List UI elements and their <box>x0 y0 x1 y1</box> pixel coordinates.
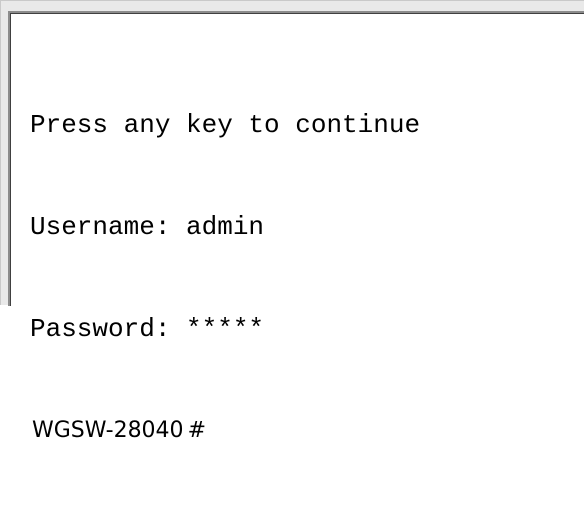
terminal-console[interactable]: Press any key to continue Username: admi… <box>8 11 584 443</box>
window-frame: Press any key to continue Username: admi… <box>0 0 584 443</box>
prompt-symbol: # <box>187 418 206 443</box>
terminal-line-username: Username: admin <box>30 212 265 242</box>
terminal-output: Press any key to continue Username: admi… <box>30 40 420 516</box>
terminal-line-continue: Press any key to continue <box>30 110 421 140</box>
prompt-hostname: WGSW-28040 <box>32 418 184 443</box>
command-prompt[interactable]: WGSW-28040 # <box>30 414 420 448</box>
terminal-line-password: Password: ***** <box>30 314 265 344</box>
